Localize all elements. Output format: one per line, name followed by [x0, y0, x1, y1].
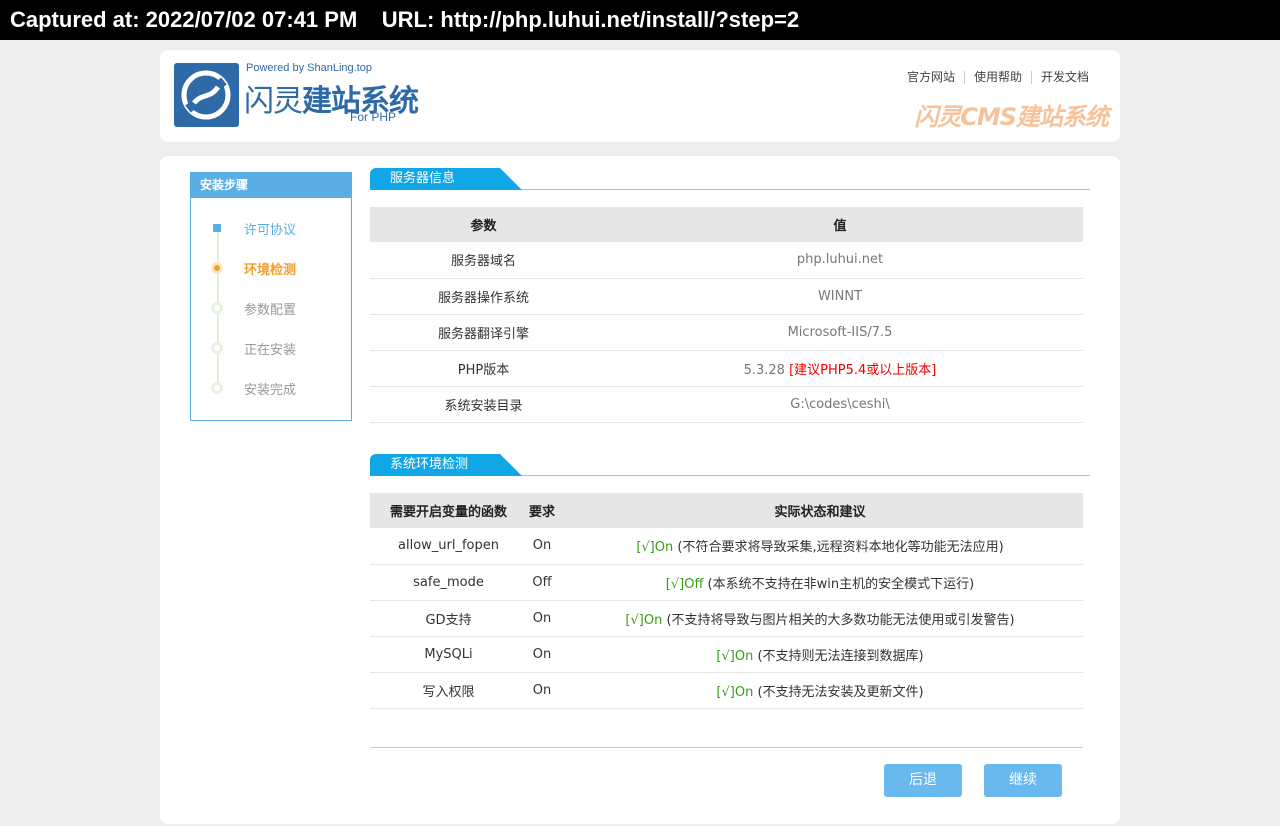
function-cell: safe_mode — [370, 564, 527, 601]
required-cell: On — [527, 636, 557, 673]
powered-by: Powered by ShanLing.top — [246, 62, 372, 74]
table-row: 服务器操作系统 WINNT — [370, 278, 1083, 315]
env-check-table: 需要开启变量的函数 要求 实际状态和建议 allow_url_fopen On … — [370, 493, 1083, 709]
table-row: 服务器翻译引擎 Microsoft-IIS/7.5 — [370, 314, 1083, 351]
captured-at: Captured at: 2022/07/02 07:41 PM — [10, 7, 358, 32]
value-text: Microsoft-IIS/7.5 — [787, 324, 893, 340]
step-label: 许可协议 — [244, 223, 297, 238]
for-php: For PHP — [350, 110, 397, 124]
value-text: G:\codes\ceshi\ — [790, 396, 890, 412]
table-row: GD支持 On [√]On (不支持将导致与图片相关的大多数功能无法使用或引发警… — [370, 600, 1083, 637]
step-label: 安装完成 — [244, 383, 297, 398]
value-cell: WINNT — [597, 278, 1083, 315]
status-cell: [√]On (不支持则无法连接到数据库) — [557, 636, 1083, 673]
function-cell: 写入权限 — [370, 672, 527, 709]
link-help[interactable]: 使用帮助 — [963, 71, 1031, 84]
divider — [370, 747, 1083, 748]
server-info-header: 服务器信息 — [370, 168, 1090, 190]
step-finished: 安装完成 — [191, 377, 351, 398]
value-text: 5.3.28 — [743, 362, 785, 378]
status-advice: (不支持将导致与图片相关的大多数功能无法使用或引发警告) — [662, 612, 1015, 628]
continue-button[interactable]: 继续 — [984, 764, 1062, 797]
step-pending-icon — [211, 302, 223, 314]
php-version-warning: [建议PHP5.4或以上版本] — [789, 362, 937, 378]
status-advice: (不支持无法安装及更新文件) — [753, 684, 924, 700]
main-panel: 安装步骤 许可协议 环境检测 参数配置 正在安装 安装完成 服务器信息 参数 值… — [160, 156, 1120, 824]
server-info-tab: 服务器信息 — [370, 168, 522, 190]
value-text: php.luhui.net — [796, 252, 884, 268]
col-status: 实际状态和建议 — [557, 493, 1083, 528]
value-text: WINNT — [817, 288, 863, 304]
server-info-table: 参数 值 服务器域名 php.luhui.net 服务器操作系统 WINNT 服… — [370, 207, 1083, 423]
function-cell: allow_url_fopen — [370, 528, 527, 565]
step-label: 环境检测 — [244, 263, 297, 278]
col-function: 需要开启变量的函数 — [370, 493, 527, 528]
step-label: 正在安装 — [244, 343, 297, 358]
back-button[interactable]: 后退 — [884, 764, 962, 797]
step-installing: 正在安装 — [191, 337, 351, 358]
shanling-logo-icon — [174, 63, 239, 127]
value-cell: Microsoft-IIS/7.5 — [597, 314, 1083, 351]
env-check-tab: 系统环境检测 — [370, 454, 522, 476]
slogan: 闪灵CMS建站系统 — [914, 103, 1109, 131]
table-row: PHP版本 5.3.28 [建议PHP5.4或以上版本] — [370, 350, 1083, 387]
status-cell: [√]Off (本系统不支持在非win主机的安全模式下运行) — [557, 564, 1083, 601]
status-ok: [√]On — [716, 648, 754, 664]
value-cell: G:\codes\ceshi\ — [597, 386, 1083, 423]
required-cell: On — [527, 600, 557, 637]
status-cell: [√]On (不支持无法安装及更新文件) — [557, 672, 1083, 709]
table-row: allow_url_fopen On [√]On (不符合要求将导致采集,远程资… — [370, 528, 1083, 565]
col-value: 值 — [597, 207, 1083, 242]
status-cell: [√]On (不符合要求将导致采集,远程资料本地化等功能无法应用) — [557, 528, 1083, 565]
step-license: 许可协议 — [191, 217, 351, 238]
capture-url: URL: http://php.luhui.net/install/?step=… — [381, 7, 800, 32]
status-ok: [√]Off — [665, 576, 704, 592]
top-links: 官方网站 使用帮助 开发文档 — [898, 71, 1098, 84]
value-cell: php.luhui.net — [597, 242, 1083, 279]
status-advice: (不符合要求将导致采集,远程资料本地化等功能无法应用) — [673, 540, 1004, 556]
step-config: 参数配置 — [191, 297, 351, 318]
brand-part1: 闪灵 — [244, 84, 303, 119]
col-required: 要求 — [527, 493, 557, 528]
step-env-check: 环境检测 — [191, 257, 351, 278]
link-official-site[interactable]: 官方网站 — [898, 71, 964, 84]
status-advice: (本系统不支持在非win主机的安全模式下运行) — [703, 576, 975, 592]
required-cell: Off — [527, 564, 557, 601]
step-pending-icon — [211, 342, 223, 354]
env-check-header: 系统环境检测 — [370, 454, 1090, 476]
table-row: MySQLi On [√]On (不支持则无法连接到数据库) — [370, 636, 1083, 673]
status-ok: [√]On — [716, 684, 754, 700]
table-header-row: 参数 值 — [370, 207, 1083, 242]
required-cell: On — [527, 672, 557, 709]
table-row: 服务器域名 php.luhui.net — [370, 242, 1083, 279]
step-done-icon — [211, 222, 223, 234]
step-pending-icon — [211, 382, 223, 394]
status-advice: (不支持则无法连接到数据库) — [753, 648, 924, 664]
status-ok: [√]On — [625, 612, 663, 628]
param-cell: PHP版本 — [370, 350, 597, 387]
function-cell: GD支持 — [370, 600, 527, 637]
value-cell: 5.3.28 [建议PHP5.4或以上版本] — [597, 350, 1083, 387]
param-cell: 系统安装目录 — [370, 386, 597, 423]
link-dev-docs[interactable]: 开发文档 — [1030, 71, 1098, 84]
capture-bar: Captured at: 2022/07/02 07:41 PM URL: ht… — [0, 0, 1280, 40]
col-param: 参数 — [370, 207, 597, 242]
function-cell: MySQLi — [370, 636, 527, 673]
step-label: 参数配置 — [244, 303, 297, 318]
install-steps: 安装步骤 许可协议 环境检测 参数配置 正在安装 安装完成 — [190, 172, 352, 421]
param-cell: 服务器域名 — [370, 242, 597, 279]
param-cell: 服务器操作系统 — [370, 278, 597, 315]
table-header-row: 需要开启变量的函数 要求 实际状态和建议 — [370, 493, 1083, 528]
table-row: 系统安装目录 G:\codes\ceshi\ — [370, 386, 1083, 423]
step-current-icon — [211, 262, 223, 274]
table-row: 写入权限 On [√]On (不支持无法安装及更新文件) — [370, 672, 1083, 709]
required-cell: On — [527, 528, 557, 565]
header: Powered by ShanLing.top 闪灵建站系统 For PHP 官… — [160, 50, 1120, 142]
status-ok: [√]On — [636, 540, 674, 556]
param-cell: 服务器翻译引擎 — [370, 314, 597, 351]
table-row: safe_mode Off [√]Off (本系统不支持在非win主机的安全模式… — [370, 564, 1083, 601]
status-cell: [√]On (不支持将导致与图片相关的大多数功能无法使用或引发警告) — [557, 600, 1083, 637]
steps-title: 安装步骤 — [191, 173, 351, 198]
